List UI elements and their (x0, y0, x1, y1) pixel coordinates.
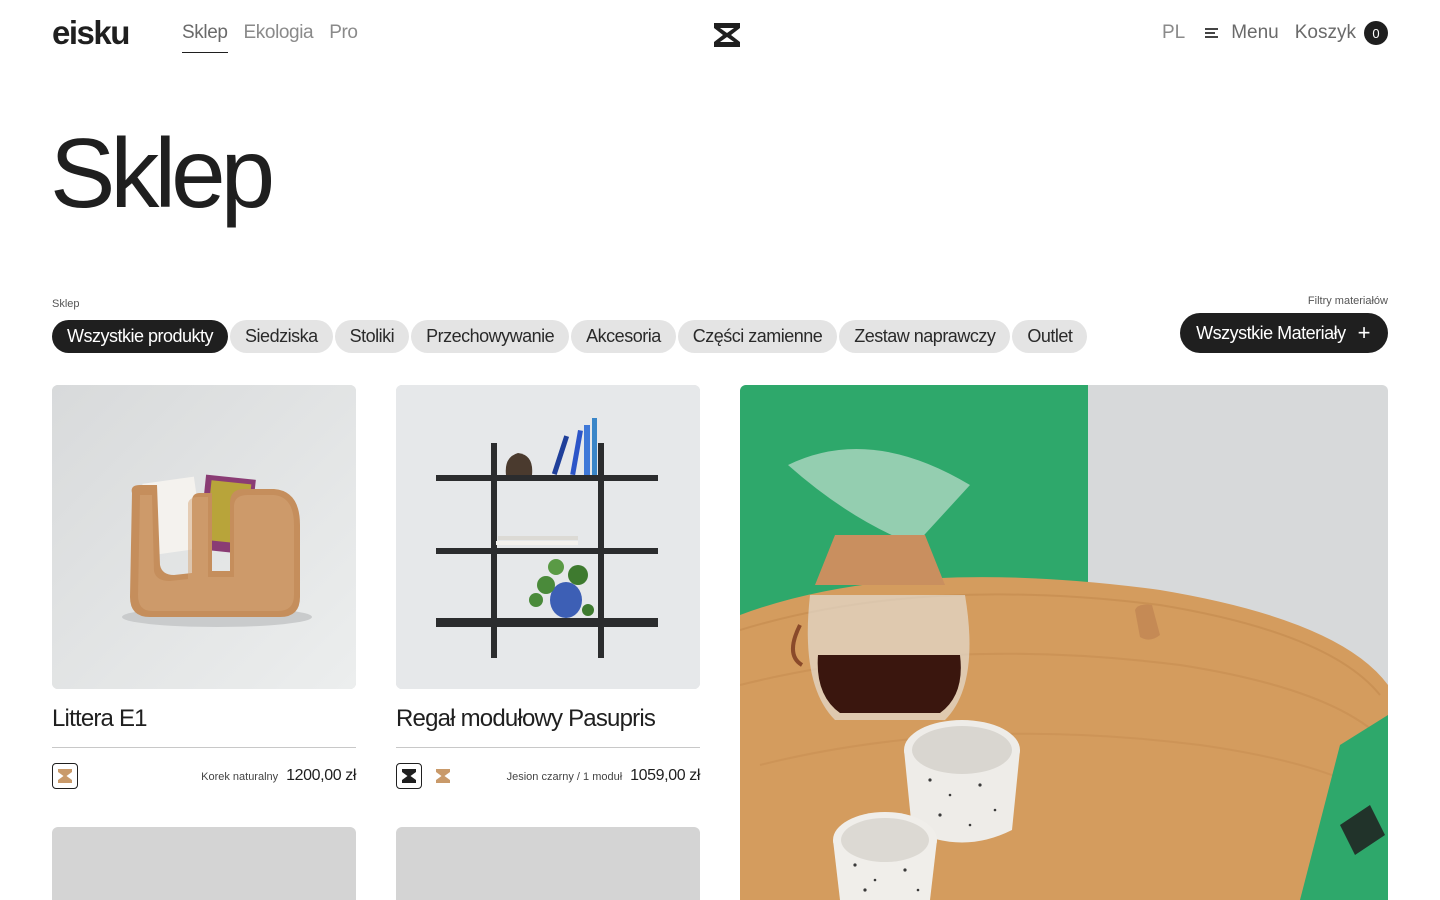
price-block: Korek naturalny 1200,00 zł (201, 767, 356, 785)
menu-label: Menu (1231, 22, 1279, 43)
material-swatches (396, 763, 456, 789)
black-ash-swatch[interactable] (396, 763, 422, 789)
category-chip-siedziska[interactable]: Siedziska (230, 320, 333, 353)
plus-icon: + (1357, 320, 1371, 345)
category-chip-stoliki[interactable]: Stoliki (334, 320, 410, 353)
category-chip-outlet[interactable]: Outlet (1012, 320, 1088, 353)
brand-mark-icon[interactable] (713, 22, 741, 48)
cart-label: Koszyk (1294, 22, 1356, 43)
cork-magazine-rack-image (52, 385, 356, 689)
language-switch[interactable]: PL (1162, 22, 1185, 44)
materials-filter-button[interactable]: Wszystkie Materiały + (1180, 313, 1388, 353)
category-chip-all[interactable]: Wszystkie produkty (52, 320, 229, 353)
product-price: 1200,00 zł (286, 767, 356, 784)
product-variant: Jesion czarny / 1 moduł (506, 771, 623, 783)
category-chip-akcesoria[interactable]: Akcesoria (571, 320, 676, 353)
product-image[interactable] (396, 385, 700, 689)
price-block: Jesion czarny / 1 moduł 1059,00 zł (506, 767, 701, 785)
brand-logo[interactable]: eisku (52, 14, 130, 52)
cart-count-badge: 0 (1364, 21, 1388, 45)
featured-lifestyle-image[interactable] (740, 385, 1388, 900)
category-filter: Wszystkie produkty Siedziska Stoliki Prz… (52, 320, 1088, 353)
hamburger-icon (1205, 28, 1219, 38)
category-chip-przechowywanie[interactable]: Przechowywanie (411, 320, 570, 353)
product-meta: Jesion czarny / 1 moduł 1059,00 zł (396, 763, 700, 789)
product-card[interactable]: Littera E1 Korek naturalny 1200,00 zł (52, 385, 356, 789)
category-chip-zestaw[interactable]: Zestaw naprawczy (839, 320, 1011, 353)
site-header: eisku Sklep Ekologia Pro PL Menu Koszyk … (0, 0, 1440, 70)
cart-button[interactable]: Koszyk 0 (1295, 21, 1388, 45)
cork-swatch[interactable] (430, 763, 456, 789)
nav-link-pro[interactable]: Pro (329, 22, 358, 53)
product-card-placeholder[interactable] (52, 827, 356, 900)
page-title: Sklep (50, 118, 275, 228)
modular-shelf-image (396, 385, 700, 689)
product-card-placeholder[interactable] (396, 827, 700, 900)
cork-material-icon (58, 769, 72, 783)
product-variant: Korek naturalny (201, 771, 279, 783)
product-price: 1059,00 zł (630, 767, 700, 784)
product-meta: Korek naturalny 1200,00 zł (52, 763, 356, 789)
product-name[interactable]: Regał modułowy Pasupris (396, 705, 700, 748)
coffee-table-scene-image (740, 385, 1388, 900)
menu-button[interactable]: Menu (1205, 22, 1279, 44)
materials-filter-button-label: Wszystkie Materiały (1196, 322, 1346, 343)
product-image[interactable] (52, 385, 356, 689)
material-swatches (52, 763, 78, 789)
breadcrumb[interactable]: Sklep (52, 298, 80, 310)
cork-material-icon (436, 769, 450, 783)
materials-filter-label: Filtry materiałów (1307, 295, 1388, 307)
nav-link-ekologia[interactable]: Ekologia (244, 22, 314, 53)
product-name[interactable]: Littera E1 (52, 705, 356, 748)
product-card[interactable]: Regał modułowy Pasupris Jesion czarny / … (396, 385, 700, 789)
category-chip-czesci[interactable]: Części zamienne (677, 320, 838, 353)
nav-link-sklep[interactable]: Sklep (182, 22, 228, 53)
primary-nav: Sklep Ekologia Pro (182, 22, 358, 53)
cork-swatch[interactable] (52, 763, 78, 789)
black-ash-material-icon (402, 769, 416, 783)
header-actions: PL Menu Koszyk 0 (1162, 21, 1388, 45)
